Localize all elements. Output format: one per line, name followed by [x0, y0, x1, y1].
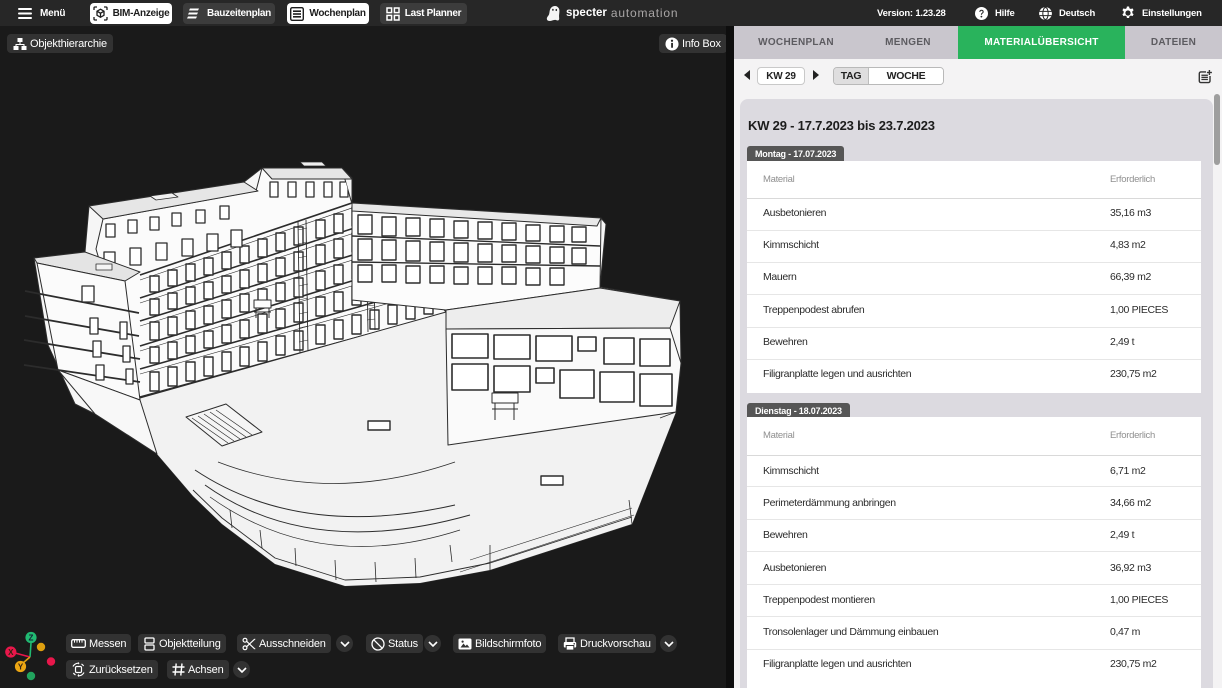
svg-text:X: X [8, 648, 14, 657]
svg-text:Z: Z [29, 634, 34, 643]
svg-text:Y: Y [18, 663, 24, 672]
